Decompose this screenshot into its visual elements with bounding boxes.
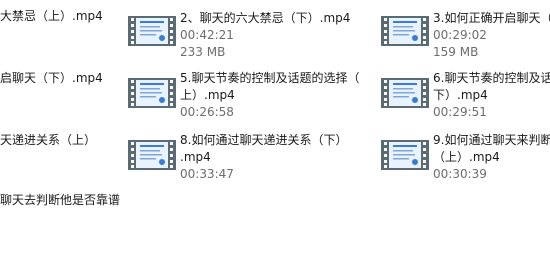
file-tile-7[interactable]: 天递进关系（上）: [0, 132, 120, 190]
file-tile-1[interactable]: 大禁忌（上）.mp4: [0, 8, 120, 66]
file-name-line-2: 上）.mp4: [180, 88, 235, 102]
file-name: 6.聊天节奏的控制及话: [433, 71, 550, 85]
video-thumbnail-icon: [381, 10, 429, 50]
file-tile-9[interactable]: 9.如何通过聊天来判断 （上）.mp4 00:30:39: [381, 132, 550, 190]
file-tile-8[interactable]: 8.如何通过聊天递进关系（下） .mp4 00:33:47: [128, 132, 368, 190]
file-name: 聊天去判断他是否靠谱: [0, 193, 121, 207]
file-tile-10[interactable]: 聊天去判断他是否靠谱: [0, 192, 120, 250]
file-name: 3.如何正确开启聊天（: [433, 11, 550, 25]
file-name: 9.如何通过聊天来判断: [433, 133, 550, 147]
video-thumbnail-icon: [128, 10, 176, 50]
file-duration: 00:29:02: [433, 28, 487, 42]
file-name: 大禁忌（上）.mp4: [0, 9, 103, 23]
file-name: 8.如何通过聊天递进关系（下）: [180, 133, 348, 147]
file-tile-6[interactable]: 6.聊天节奏的控制及话 下）.mp4 00:29:51: [381, 70, 550, 128]
file-duration: 00:42:21: [180, 28, 234, 42]
video-thumbnail-icon: [128, 72, 176, 112]
file-tile-2[interactable]: 2、聊天的六大禁忌（下）.mp4 00:42:21 233 MB: [128, 10, 368, 68]
file-duration: 00:29:51: [433, 105, 487, 119]
file-name: 启聊天（下）.mp4: [0, 71, 103, 85]
file-name: 天递进关系（上）: [0, 133, 97, 147]
file-tile-3[interactable]: 3.如何正确开启聊天（ 00:29:02 159 MB: [381, 10, 550, 68]
file-size: 233 MB: [180, 45, 226, 59]
file-name-line-2: （上）.mp4: [433, 150, 500, 164]
video-thumbnail-icon: [381, 72, 429, 112]
file-name: 2、聊天的六大禁忌（下）.mp4: [180, 11, 351, 25]
file-tile-4[interactable]: 启聊天（下）.mp4: [0, 70, 120, 128]
file-tile-5[interactable]: 5.聊天节奏的控制及话题的选择（ 上）.mp4 00:26:58: [128, 70, 368, 128]
file-duration: 00:33:47: [180, 167, 234, 181]
file-name-line-2: .mp4: [180, 150, 211, 164]
file-name: 5.聊天节奏的控制及话题的选择（: [180, 71, 360, 85]
video-thumbnail-icon: [381, 134, 429, 174]
video-thumbnail-icon: [128, 134, 176, 174]
file-duration: 00:26:58: [180, 105, 234, 119]
file-size: 159 MB: [433, 45, 479, 59]
file-name-line-2: 下）.mp4: [433, 88, 488, 102]
file-duration: 00:30:39: [433, 167, 487, 181]
file-grid: 大禁忌（上）.mp4 启聊天（下）.mp4 天递进关系（上） 聊天去判断他是否靠…: [0, 0, 550, 262]
